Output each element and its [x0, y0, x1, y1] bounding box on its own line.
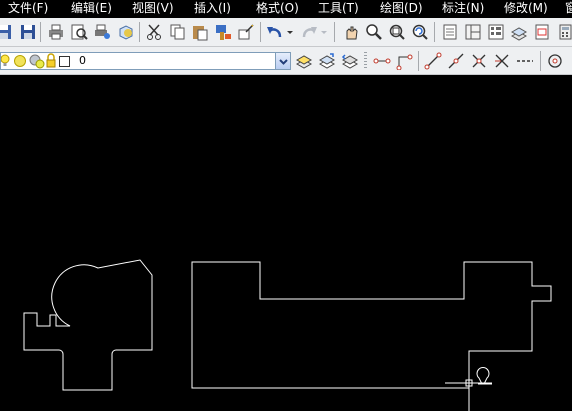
crosshair-cursor	[445, 363, 492, 411]
layers-toolbar: 0	[0, 47, 572, 75]
line-icon[interactable]	[423, 51, 443, 71]
make-current-layer-icon[interactable]	[317, 51, 337, 71]
zoom-realtime-icon[interactable]	[364, 22, 384, 42]
standard-toolbar	[0, 18, 572, 47]
print-icon[interactable]	[46, 22, 66, 42]
menu-bar: 文件(F) 编辑(E) 视图(V) 插入(I) 格式(O) 工具(T) 绘图(D…	[0, 0, 572, 18]
toolbar-separator	[434, 22, 435, 42]
design-center-icon[interactable]	[463, 22, 483, 42]
layer-previous-icon[interactable]	[340, 51, 360, 71]
construction-line-icon[interactable]	[446, 51, 466, 71]
color-swatch-icon	[59, 56, 70, 67]
zoom-window-icon[interactable]	[387, 22, 407, 42]
circle-icon[interactable]	[545, 51, 565, 71]
save-icon[interactable]	[18, 22, 38, 42]
toolbar-separator	[40, 22, 41, 42]
menu-dimension[interactable]: 标注(N)	[442, 0, 484, 18]
toolbar-separator	[139, 22, 140, 42]
save-icon[interactable]	[0, 22, 14, 42]
block-editor-icon[interactable]	[236, 22, 256, 42]
layer-properties-icon[interactable]	[294, 51, 314, 71]
toolbar-grip[interactable]	[364, 52, 367, 70]
3d-dwf-icon[interactable]	[116, 22, 136, 42]
current-layer-name: 0	[79, 54, 86, 67]
keyhole-feature	[476, 367, 490, 385]
toolbar-separator	[418, 51, 419, 71]
polyline-icon[interactable]	[515, 51, 535, 71]
toolbar-separator	[260, 22, 261, 42]
layer-control-dropdown[interactable]: 0	[0, 52, 291, 70]
undo-dropdown-icon[interactable]	[285, 22, 295, 42]
left-part-outline	[23, 259, 153, 391]
menu-format[interactable]: 格式(O)	[256, 0, 299, 18]
pan-icon[interactable]	[341, 22, 361, 42]
lightbulb-icon	[0, 54, 10, 66]
match-properties-icon[interactable]	[213, 22, 233, 42]
redo-dropdown-icon[interactable]	[319, 22, 329, 42]
menu-modify[interactable]: 修改(M)	[504, 0, 548, 18]
drawing-canvas[interactable]	[0, 75, 572, 411]
calculator-icon[interactable]	[555, 22, 572, 42]
sun-icon	[14, 55, 26, 67]
redo-icon[interactable]	[299, 22, 319, 42]
menu-draw[interactable]: 绘图(D)	[380, 0, 423, 18]
menu-insert[interactable]: 插入(I)	[194, 0, 231, 18]
linear-dim-icon[interactable]	[372, 51, 392, 71]
chevron-down-icon[interactable]	[275, 53, 290, 69]
markup-icon[interactable]	[532, 22, 552, 42]
freeze-viewport-icon	[29, 54, 45, 69]
publish-icon[interactable]	[92, 22, 112, 42]
toolbar-separator	[540, 51, 541, 71]
layer-state-icons	[0, 53, 81, 69]
zoom-previous-icon[interactable]	[410, 22, 430, 42]
menu-view[interactable]: 视图(V)	[132, 0, 174, 18]
menu-file[interactable]: 文件(F)	[8, 0, 48, 18]
perpendicular-icon[interactable]	[492, 51, 512, 71]
lock-icon	[46, 53, 56, 68]
print-preview-icon[interactable]	[69, 22, 89, 42]
menu-tools[interactable]: 工具(T)	[318, 0, 359, 18]
sheet-set-icon[interactable]	[509, 22, 529, 42]
copy-icon[interactable]	[167, 22, 187, 42]
paste-icon[interactable]	[190, 22, 210, 42]
tool-palettes-icon[interactable]	[486, 22, 506, 42]
intersection-snap-icon[interactable]	[469, 51, 489, 71]
menu-edit[interactable]: 编辑(E)	[71, 0, 112, 18]
toolbar-separator	[334, 22, 335, 42]
undo-icon[interactable]	[265, 22, 285, 42]
right-part-outline	[191, 261, 552, 389]
aligned-dim-icon[interactable]	[395, 51, 415, 71]
properties-icon[interactable]	[440, 22, 460, 42]
cut-icon[interactable]	[144, 22, 164, 42]
menu-window[interactable]: 窗	[565, 0, 572, 18]
